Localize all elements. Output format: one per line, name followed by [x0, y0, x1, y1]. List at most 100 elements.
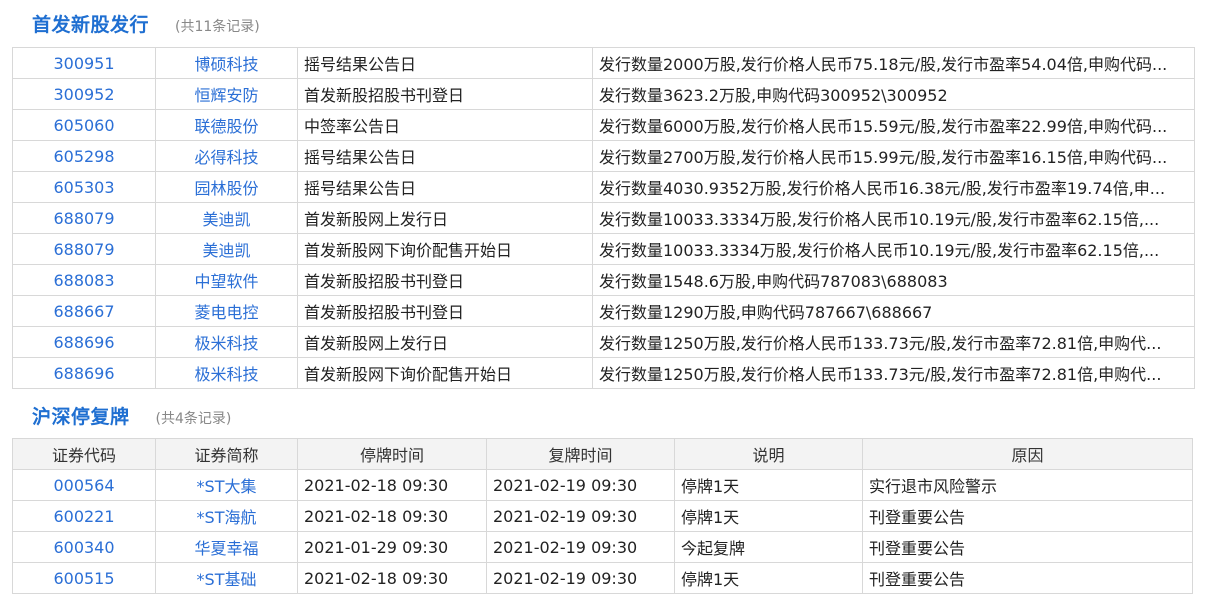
ipo-table-body: 300951 博硕科技 摇号结果公告日 发行数量2000万股,发行价格人民币75.18… [12, 47, 1195, 389]
suspension-section-title: 沪深停复牌 [32, 406, 130, 428]
event-type: 摇号结果公告日 [297, 171, 593, 203]
suspension-row: 600221 *ST海航 2021-02-18 09:30 2021-02-19 09… [12, 500, 1193, 532]
event-type: 首发新股网下询价配售开始日 [297, 357, 593, 389]
stock-code-link[interactable]: 688667 [12, 295, 156, 327]
stock-code-link[interactable]: 688079 [12, 233, 156, 265]
event-detail: 发行数量6000万股,发行价格人民币15.59元/股,发行市盈率22.99倍,申… [592, 109, 1195, 141]
ipo-row: 688083 中望软件 首发新股招股书刊登日 发行数量1548.6万股,申购代码787… [12, 264, 1195, 296]
stock-code-link[interactable]: 688079 [12, 202, 156, 234]
suspension-note: 停牌1天 [674, 500, 863, 532]
column-header: 原因 [862, 438, 1193, 470]
ipo-row: 605303 园林股份 摇号结果公告日 发行数量4030.9352万股,发行价格人民币… [12, 171, 1195, 203]
event-type: 首发新股招股书刊登日 [297, 295, 593, 327]
suspension-reason: 刊登重要公告 [862, 500, 1193, 532]
suspension-note: 停牌1天 [674, 562, 863, 594]
event-type: 首发新股网上发行日 [297, 202, 593, 234]
resume-time: 2021-02-19 09:30 [486, 469, 675, 501]
event-detail: 发行数量10033.3334万股,发行价格人民币10.19元/股,发行市盈率62… [592, 233, 1195, 265]
ipo-row: 605298 必得科技 摇号结果公告日 发行数量2700万股,发行价格人民币15.99… [12, 140, 1195, 172]
column-header: 复牌时间 [486, 438, 675, 470]
event-type: 摇号结果公告日 [297, 47, 593, 79]
column-header: 说明 [674, 438, 863, 470]
stock-code-link[interactable]: 000564 [12, 469, 156, 501]
event-detail: 发行数量4030.9352万股,发行价格人民币16.38元/股,发行市盈率19.… [592, 171, 1195, 203]
event-detail: 发行数量1548.6万股,申购代码787083\688083 [592, 264, 1195, 296]
suspension-section-header: 沪深停复牌 (共4条记录) [32, 402, 231, 428]
suspension-table: 证券代码 证券简称 停牌时间 复牌时间 说明 原因 000564 *ST大集 2021-02-… [12, 438, 1193, 594]
stock-name-link[interactable]: 恒辉安防 [155, 78, 298, 110]
event-detail: 发行数量2000万股,发行价格人民币75.18元/股,发行市盈率54.04倍,申… [592, 47, 1195, 79]
suspension-note: 今起复牌 [674, 531, 863, 563]
ipo-row: 300951 博硕科技 摇号结果公告日 发行数量2000万股,发行价格人民币75.18… [12, 47, 1195, 79]
stock-code-link[interactable]: 600340 [12, 531, 156, 563]
column-header: 证券代码 [12, 438, 156, 470]
event-detail: 发行数量10033.3334万股,发行价格人民币10.19元/股,发行市盈率62… [592, 202, 1195, 234]
stock-code-link[interactable]: 688696 [12, 357, 156, 389]
stock-code-link[interactable]: 600515 [12, 562, 156, 594]
stock-code-link[interactable]: 605060 [12, 109, 156, 141]
stock-name-link[interactable]: *ST海航 [155, 500, 298, 532]
ipo-row: 688079 美迪凯 首发新股网上发行日 发行数量10033.3334万股,发行价格人… [12, 202, 1195, 234]
ipo-row: 605060 联德股份 中签率公告日 发行数量6000万股,发行价格人民币15.59元… [12, 109, 1195, 141]
ipo-section-header: 首发新股发行 (共11条记录) [32, 10, 260, 36]
event-detail: 发行数量1250万股,发行价格人民币133.73元/股,发行市盈率72.81倍,… [592, 326, 1195, 358]
halt-time: 2021-02-18 09:30 [297, 469, 487, 501]
event-detail: 发行数量1290万股,申购代码787667\688667 [592, 295, 1195, 327]
halt-time: 2021-02-18 09:30 [297, 500, 487, 532]
stock-code-link[interactable]: 688083 [12, 264, 156, 296]
column-header: 证券简称 [155, 438, 298, 470]
ipo-table: 300951 博硕科技 摇号结果公告日 发行数量2000万股,发行价格人民币75.18… [12, 47, 1195, 389]
suspension-row: 000564 *ST大集 2021-02-18 09:30 2021-02-19 09… [12, 469, 1193, 501]
stock-code-link[interactable]: 688696 [12, 326, 156, 358]
ipo-row: 688667 菱电电控 首发新股招股书刊登日 发行数量1290万股,申购代码78766… [12, 295, 1195, 327]
resume-time: 2021-02-19 09:30 [486, 562, 675, 594]
stock-name-link[interactable]: 博硕科技 [155, 47, 298, 79]
stock-code-link[interactable]: 300951 [12, 47, 156, 79]
stock-name-link[interactable]: 极米科技 [155, 326, 298, 358]
stock-code-link[interactable]: 600221 [12, 500, 156, 532]
halt-time: 2021-02-18 09:30 [297, 562, 487, 594]
ipo-record-count: (共11条记录) [175, 19, 260, 35]
stock-code-link[interactable]: 605298 [12, 140, 156, 172]
suspension-table-header: 证券代码 证券简称 停牌时间 复牌时间 说明 原因 [12, 438, 1193, 470]
stock-name-link[interactable]: *ST大集 [155, 469, 298, 501]
event-type: 中签率公告日 [297, 109, 593, 141]
stock-name-link[interactable]: 联德股份 [155, 109, 298, 141]
event-type: 首发新股网上发行日 [297, 326, 593, 358]
event-type: 首发新股招股书刊登日 [297, 78, 593, 110]
resume-time: 2021-02-19 09:30 [486, 500, 675, 532]
suspension-row: 600340 华夏幸福 2021-01-29 09:30 2021-02-19 09:… [12, 531, 1193, 563]
stock-name-link[interactable]: 中望软件 [155, 264, 298, 296]
ipo-row: 300952 恒辉安防 首发新股招股书刊登日 发行数量3623.2万股,申购代码300… [12, 78, 1195, 110]
stock-name-link[interactable]: 菱电电控 [155, 295, 298, 327]
column-header: 停牌时间 [297, 438, 487, 470]
suspension-reason: 实行退市风险警示 [862, 469, 1193, 501]
event-type: 首发新股招股书刊登日 [297, 264, 593, 296]
halt-time: 2021-01-29 09:30 [297, 531, 487, 563]
stock-name-link[interactable]: 美迪凯 [155, 233, 298, 265]
event-type: 首发新股网下询价配售开始日 [297, 233, 593, 265]
stock-code-link[interactable]: 300952 [12, 78, 156, 110]
event-detail: 发行数量1250万股,发行价格人民币133.73元/股,发行市盈率72.81倍,… [592, 357, 1195, 389]
ipo-section-title: 首发新股发行 [32, 14, 150, 36]
event-detail: 发行数量3623.2万股,申购代码300952\300952 [592, 78, 1195, 110]
stock-code-link[interactable]: 605303 [12, 171, 156, 203]
stock-name-link[interactable]: 极米科技 [155, 357, 298, 389]
suspension-record-count: (共4条记录) [155, 411, 232, 427]
event-type: 摇号结果公告日 [297, 140, 593, 172]
stock-name-link[interactable]: 华夏幸福 [155, 531, 298, 563]
stock-name-link[interactable]: *ST基础 [155, 562, 298, 594]
suspension-reason: 刊登重要公告 [862, 562, 1193, 594]
event-detail: 发行数量2700万股,发行价格人民币15.99元/股,发行市盈率16.15倍,申… [592, 140, 1195, 172]
suspension-reason: 刊登重要公告 [862, 531, 1193, 563]
ipo-row: 688079 美迪凯 首发新股网下询价配售开始日 发行数量10033.3334万股,发… [12, 233, 1195, 265]
stock-name-link[interactable]: 美迪凯 [155, 202, 298, 234]
ipo-row: 688696 极米科技 首发新股网上发行日 发行数量1250万股,发行价格人民币133… [12, 326, 1195, 358]
stock-name-link[interactable]: 必得科技 [155, 140, 298, 172]
ipo-row: 688696 极米科技 首发新股网下询价配售开始日 发行数量1250万股,发行价格人民… [12, 357, 1195, 389]
suspension-row: 600515 *ST基础 2021-02-18 09:30 2021-02-19 09… [12, 562, 1193, 594]
resume-time: 2021-02-19 09:30 [486, 531, 675, 563]
stock-name-link[interactable]: 园林股份 [155, 171, 298, 203]
suspension-table-body: 000564 *ST大集 2021-02-18 09:30 2021-02-19 09… [12, 469, 1193, 594]
suspension-note: 停牌1天 [674, 469, 863, 501]
